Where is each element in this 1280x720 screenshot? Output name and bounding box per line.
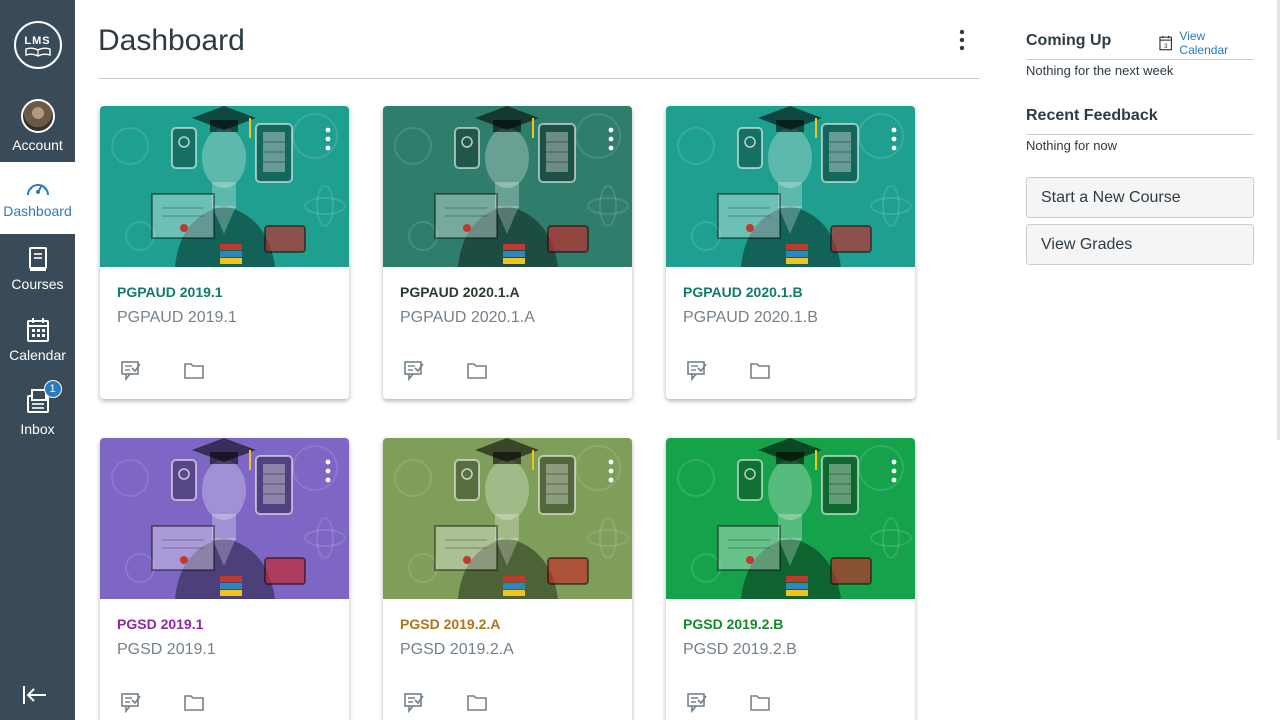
course-card-code[interactable]: PGPAUD 2020.1.B (683, 284, 803, 300)
collapse-nav-button[interactable] (22, 685, 48, 710)
nav-label-inbox: Inbox (20, 420, 55, 437)
course-card-header[interactable] (383, 106, 632, 267)
course-card-header[interactable] (666, 438, 915, 599)
card-options-icon[interactable] (323, 458, 333, 484)
card-options-icon[interactable] (323, 126, 333, 152)
calendar-small-icon: 3 (1159, 35, 1173, 51)
nav-item-dashboard[interactable]: Dashboard (0, 162, 75, 234)
nav-item-courses[interactable]: Courses (0, 234, 75, 304)
inbox-unread-badge: 1 (43, 379, 62, 398)
course-card-name: PGPAUD 2019.1 (117, 309, 237, 326)
files-folder-icon[interactable] (466, 359, 488, 381)
view-calendar-label: View Calendar (1179, 29, 1229, 57)
card-options-icon[interactable] (606, 458, 616, 484)
courses-icon (28, 247, 47, 271)
course-card-code[interactable]: PGPAUD 2020.1.A (400, 284, 520, 300)
view-grades-button[interactable]: View Grades (1026, 224, 1254, 265)
nav-label-courses: Courses (11, 276, 64, 292)
avatar (20, 99, 55, 133)
course-card-code[interactable]: PGSD 2019.1 (117, 616, 203, 632)
nav-label-dashboard: Dashboard (3, 203, 72, 219)
course-illustration (394, 438, 629, 599)
course-illustration (111, 438, 346, 599)
course-card-name: PGSD 2019.2.B (683, 641, 797, 658)
announcements-icon[interactable] (120, 691, 142, 713)
course-card-name: PGSD 2019.1 (117, 641, 216, 658)
announcements-icon[interactable] (120, 359, 142, 381)
course-card[interactable]: PGSD 2019.2.B PGSD 2019.2.B (666, 438, 915, 720)
course-illustration (677, 438, 912, 599)
more-options-icon (959, 29, 965, 51)
course-card-header[interactable] (666, 106, 915, 267)
course-illustration (394, 106, 629, 267)
course-illustration (111, 106, 346, 267)
view-calendar-link[interactable]: 3 View Calendar (1159, 29, 1254, 57)
recent-feedback-heading: Recent Feedback (1026, 107, 1158, 124)
announcements-icon[interactable] (403, 359, 425, 381)
calendar-small-icon-day: 3 (1164, 43, 1168, 50)
course-card[interactable]: PGPAUD 2019.1 PGPAUD 2019.1 (100, 106, 349, 399)
course-card-code[interactable]: PGSD 2019.2.A (400, 616, 500, 632)
files-folder-icon[interactable] (183, 691, 205, 713)
collapse-nav-icon (23, 686, 46, 704)
course-card[interactable]: PGSD 2019.2.A PGSD 2019.2.A (383, 438, 632, 720)
announcements-icon[interactable] (686, 691, 708, 713)
feedback-empty-text: Nothing for now (1026, 138, 1118, 153)
course-card-code[interactable]: PGPAUD 2019.1 (117, 284, 223, 300)
card-options-icon[interactable] (889, 126, 899, 152)
course-card-header[interactable] (383, 438, 632, 599)
course-card[interactable]: PGPAUD 2020.1.A PGPAUD 2020.1.A (383, 106, 632, 399)
title-divider (98, 78, 980, 79)
inbox-icon-wrap: 1 (26, 379, 62, 417)
logo-text: LMS (24, 35, 51, 47)
feedback-divider (1026, 134, 1254, 135)
coming-up-heading: Coming Up (1026, 32, 1112, 49)
announcements-icon[interactable] (403, 691, 425, 713)
lms-logo: LMS (13, 21, 62, 69)
dashboard-icon (26, 184, 49, 196)
nav-item-inbox[interactable]: 1 Inbox (0, 376, 75, 448)
course-card-code[interactable]: PGSD 2019.2.B (683, 616, 783, 632)
course-card[interactable]: PGSD 2019.1 PGSD 2019.1 (100, 438, 349, 720)
nav-item-calendar[interactable]: Calendar (0, 304, 75, 376)
calendar-icon (26, 318, 49, 342)
course-card-header[interactable] (100, 106, 349, 267)
card-options-icon[interactable] (889, 458, 899, 484)
course-card[interactable]: PGPAUD 2020.1.B PGPAUD 2020.1.B (666, 106, 915, 399)
course-card-name: PGSD 2019.2.A (400, 641, 514, 658)
nav-item-account[interactable]: Account (0, 90, 75, 162)
page-title: Dashboard (98, 24, 245, 57)
logo-area[interactable]: LMS (0, 0, 75, 90)
global-navigation: LMS Account Dashboard Courses Calendar 1… (0, 0, 75, 720)
course-card-name: PGPAUD 2020.1.B (683, 309, 818, 326)
files-folder-icon[interactable] (749, 359, 771, 381)
start-new-course-button[interactable]: Start a New Course (1026, 177, 1254, 218)
coming-up-empty-text: Nothing for the next week (1026, 63, 1174, 78)
course-card-name: PGPAUD 2020.1.A (400, 309, 535, 326)
card-options-icon[interactable] (606, 126, 616, 152)
files-folder-icon[interactable] (749, 691, 771, 713)
files-folder-icon[interactable] (466, 691, 488, 713)
nav-label-account: Account (12, 137, 63, 153)
book-icon (24, 47, 51, 57)
course-illustration (677, 106, 912, 267)
files-folder-icon[interactable] (183, 359, 205, 381)
nav-label-calendar: Calendar (9, 347, 66, 363)
dashboard-options-button[interactable] (950, 28, 974, 52)
course-card-header[interactable] (100, 438, 349, 599)
announcements-icon[interactable] (686, 359, 708, 381)
coming-up-divider (1026, 59, 1254, 60)
